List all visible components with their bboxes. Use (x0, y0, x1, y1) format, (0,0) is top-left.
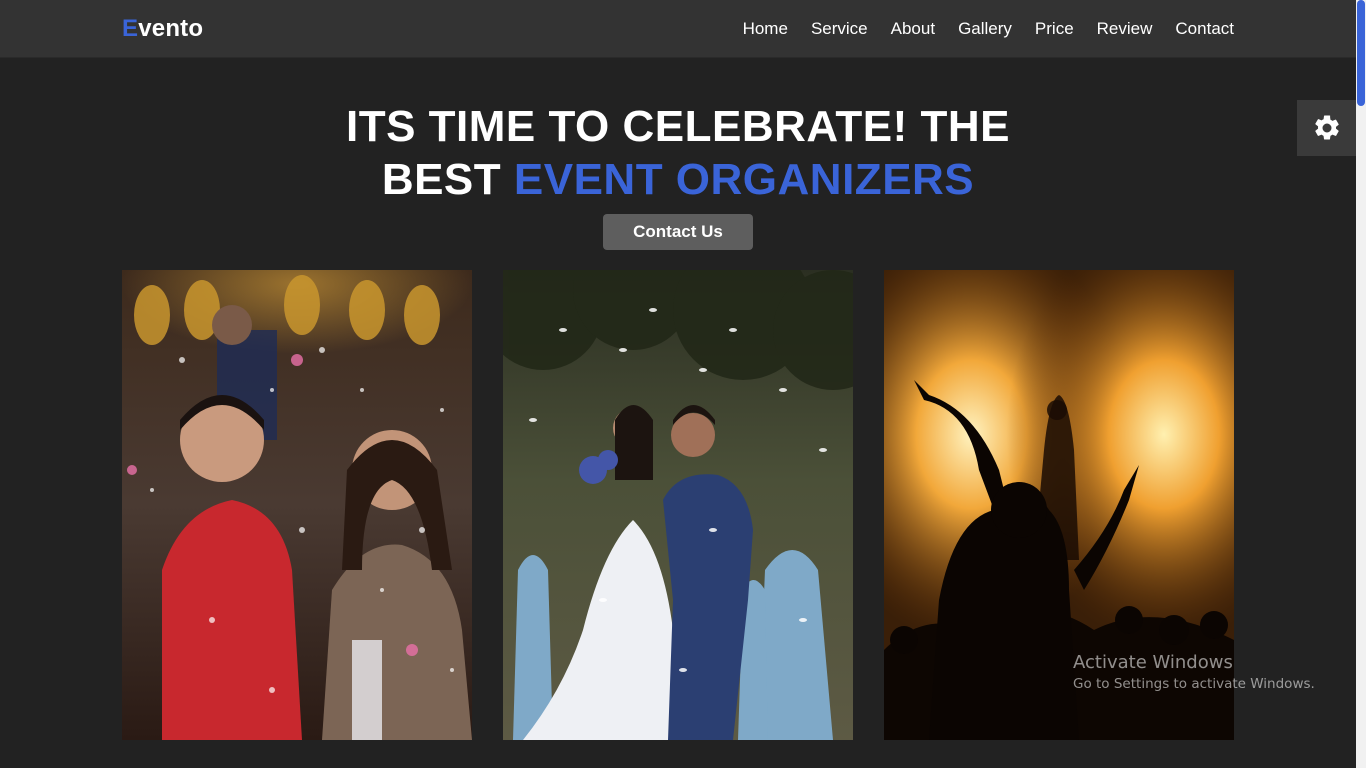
nav-gallery[interactable]: Gallery (958, 19, 1012, 39)
logo[interactable]: Evento (122, 15, 203, 43)
hero-title-line2-plain: BEST (381, 155, 514, 204)
birthday-party-photo (122, 270, 472, 740)
logo-text: vento (138, 15, 204, 42)
windows-activation-watermark: Activate Windows Go to Settings to activ… (1073, 652, 1315, 694)
page-scrollbar[interactable] (1356, 0, 1366, 768)
site-header: Evento Home Service About Gallery Price … (0, 0, 1356, 58)
nav-review[interactable]: Review (1097, 19, 1153, 39)
watermark-subtitle: Go to Settings to activate Windows. (1073, 676, 1315, 692)
settings-button[interactable] (1297, 100, 1356, 156)
main-nav: Home Service About Gallery Price Review … (743, 19, 1234, 39)
nav-home[interactable]: Home (743, 19, 788, 39)
nav-service[interactable]: Service (811, 19, 868, 39)
hero-title: ITS TIME TO CELEBRATE! THE BEST EVENT OR… (0, 100, 1356, 206)
page: Evento Home Service About Gallery Price … (0, 0, 1366, 768)
logo-initial: E (122, 15, 139, 42)
contact-us-button[interactable]: Contact Us (603, 214, 753, 250)
gear-icon (1314, 115, 1339, 140)
nav-about[interactable]: About (891, 19, 935, 39)
hero-title-line2-accent: EVENT ORGANIZERS (513, 155, 975, 204)
nav-price[interactable]: Price (1035, 19, 1074, 39)
wedding-photo (503, 270, 853, 740)
scrollbar-thumb[interactable] (1357, 0, 1365, 106)
nav-contact[interactable]: Contact (1175, 19, 1234, 39)
hero-title-line1: ITS TIME TO CELEBRATE! THE (345, 102, 1011, 151)
watermark-title: Activate Windows (1073, 652, 1233, 673)
